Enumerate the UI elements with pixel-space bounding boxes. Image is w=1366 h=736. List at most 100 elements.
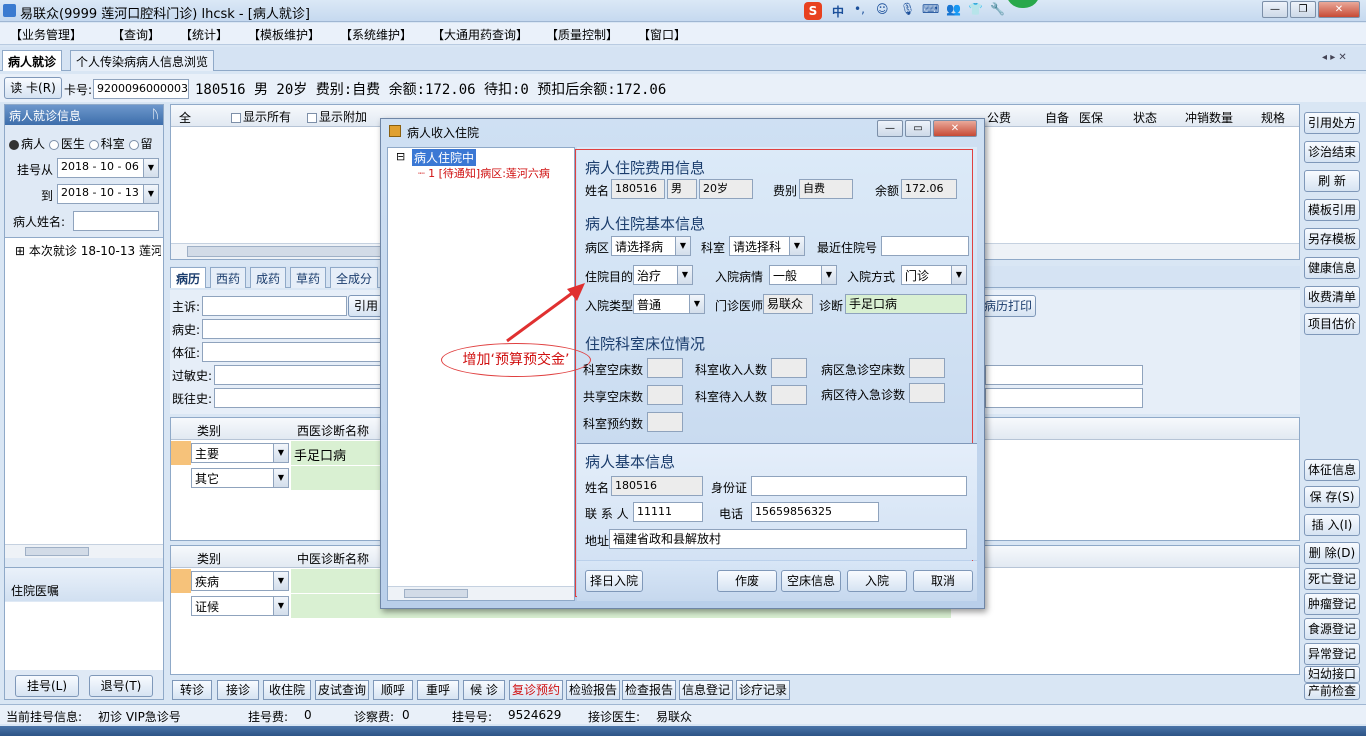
exam-input[interactable] bbox=[202, 342, 382, 362]
user-icon[interactable]: 👥 bbox=[946, 2, 961, 16]
read-card-button[interactable]: 读 卡(R) bbox=[4, 77, 62, 99]
skin-test-query-button[interactable]: 皮试查询 bbox=[315, 680, 369, 700]
info-register-button[interactable]: 信息登记 bbox=[679, 680, 733, 700]
dropdown-arrow-icon[interactable]: ▼ bbox=[821, 266, 836, 284]
item-estimate-button[interactable]: 项目估价 bbox=[1304, 313, 1360, 335]
call-next-button[interactable]: 顺呼 bbox=[373, 680, 413, 700]
admit-hospital-button[interactable]: 收住院 bbox=[263, 680, 311, 700]
vital-signs-button[interactable]: 体征信息 bbox=[1304, 459, 1360, 481]
menu-drug-query[interactable]: 【大通用药查询】 bbox=[432, 26, 528, 43]
dialog-minimize-button[interactable]: — bbox=[877, 120, 903, 137]
end-treatment-button[interactable]: 诊治结束 bbox=[1304, 141, 1360, 163]
dropdown-arrow-icon[interactable]: ▼ bbox=[789, 237, 804, 255]
tab-scroll-icons[interactable]: ◂ ▸ ✕ bbox=[1322, 52, 1347, 63]
menu-quality[interactable]: 【质量控制】 bbox=[546, 26, 618, 43]
treatment-record-button[interactable]: 诊疗记录 bbox=[736, 680, 790, 700]
microphone-icon[interactable]: 🎙 bbox=[900, 2, 915, 16]
phone-field[interactable]: 15659856325 bbox=[751, 502, 879, 522]
tree-scrollbar[interactable] bbox=[5, 544, 163, 558]
radio-patient[interactable]: 病人 bbox=[9, 137, 45, 151]
dialog-close-button[interactable]: ✕ bbox=[933, 120, 977, 137]
tab-patient-visit[interactable]: 病人就诊 bbox=[2, 50, 63, 71]
keyboard-icon[interactable]: ⌨ bbox=[922, 2, 939, 16]
delete-button[interactable]: 删 除(D) bbox=[1304, 542, 1360, 564]
menu-template[interactable]: 【模板维护】 bbox=[248, 26, 320, 43]
show-extra-checkbox[interactable]: 显示附加 bbox=[307, 108, 367, 125]
allergy-input[interactable] bbox=[214, 365, 382, 385]
diag-cn-type-select[interactable]: 证候 ▼ bbox=[191, 596, 289, 616]
empty-bed-info-button[interactable]: 空床信息 bbox=[781, 570, 841, 592]
dialog-tree-scrollbar[interactable] bbox=[388, 586, 574, 600]
admit-button[interactable]: 入院 bbox=[847, 570, 907, 592]
punctuation-icon[interactable]: •, bbox=[854, 2, 865, 16]
dropdown-arrow-icon[interactable]: ▼ bbox=[273, 572, 288, 590]
tree-root-inpatient[interactable]: 病人住院中 bbox=[412, 149, 477, 166]
cite-prescription-button[interactable]: 引用处方 bbox=[1304, 112, 1360, 134]
receive-button[interactable]: 接诊 bbox=[217, 680, 259, 700]
death-register-button[interactable]: 死亡登记 bbox=[1304, 568, 1360, 590]
admit-by-date-button[interactable]: 择日入院 bbox=[585, 570, 643, 592]
scroll-thumb[interactable] bbox=[25, 547, 89, 556]
record-print-button[interactable]: 病历打印 bbox=[980, 295, 1036, 317]
tab-infectious-browse[interactable]: 个人传染病病人信息浏览 bbox=[70, 50, 215, 71]
past-history-input-extra[interactable] bbox=[985, 388, 1143, 408]
diag-west-type-select[interactable]: 主要 ▼ bbox=[191, 443, 289, 463]
patient-name-input[interactable] bbox=[73, 211, 159, 231]
card-number-input[interactable]: 920009600000327 bbox=[93, 79, 189, 99]
grid-all-label[interactable]: 全 bbox=[179, 109, 191, 126]
address-field[interactable]: 福建省政和县解放村 bbox=[609, 529, 967, 549]
pin-icon[interactable]: ᚢ bbox=[152, 107, 159, 121]
dropdown-arrow-icon[interactable]: ▼ bbox=[143, 159, 158, 177]
dropdown-arrow-icon[interactable]: ▼ bbox=[677, 266, 692, 284]
tab-patent-medicine[interactable]: 成药 bbox=[250, 267, 287, 288]
abnormal-register-button[interactable]: 异常登记 bbox=[1304, 643, 1360, 665]
cancel-button[interactable]: 取消 bbox=[913, 570, 973, 592]
admission-mode-select[interactable]: 门诊 ▼ bbox=[901, 265, 967, 285]
dropdown-arrow-icon[interactable]: ▼ bbox=[675, 237, 690, 255]
charge-list-button[interactable]: 收费清单 bbox=[1304, 286, 1360, 308]
dialog-maximize-button[interactable]: ▭ bbox=[905, 120, 931, 137]
dropdown-arrow-icon[interactable]: ▼ bbox=[273, 444, 288, 462]
scroll-thumb[interactable] bbox=[187, 246, 387, 257]
emoji-icon[interactable]: ☺ bbox=[876, 2, 889, 16]
radio-doctor[interactable]: 医生 bbox=[48, 137, 85, 151]
show-all-checkbox[interactable]: 显示所有 bbox=[231, 108, 291, 125]
history-input[interactable] bbox=[202, 319, 382, 339]
tree-expand-icon[interactable]: ⊟ bbox=[396, 150, 405, 163]
dropdown-arrow-icon[interactable]: ▼ bbox=[273, 469, 288, 487]
void-button[interactable]: 作废 bbox=[717, 570, 777, 592]
menu-statistics[interactable]: 【统计】 bbox=[180, 26, 228, 43]
scroll-thumb[interactable] bbox=[404, 589, 468, 598]
save-template-button[interactable]: 另存模板 bbox=[1304, 228, 1360, 250]
radio-stay[interactable]: 留 bbox=[128, 137, 153, 151]
refresh-button[interactable]: 刷 新 bbox=[1304, 170, 1360, 192]
diag-west-type-select[interactable]: 其它 ▼ bbox=[191, 468, 289, 488]
maternal-interface-button[interactable]: 妇幼接口 bbox=[1304, 666, 1360, 683]
menu-business[interactable]: 【业务管理】 bbox=[10, 26, 82, 43]
exam-report-button[interactable]: 检查报告 bbox=[622, 680, 676, 700]
tab-record[interactable]: 病历 bbox=[170, 267, 207, 288]
tree-child-pending[interactable]: ┈ 1 [待通知]病区:莲河六病 bbox=[418, 165, 574, 181]
menu-query[interactable]: 【查询】 bbox=[112, 26, 160, 43]
id-card-field[interactable] bbox=[751, 476, 967, 496]
dropdown-arrow-icon[interactable]: ▼ bbox=[273, 597, 288, 615]
contact-field[interactable]: 11111 bbox=[633, 502, 703, 522]
prenatal-check-button[interactable]: 产前检查 bbox=[1304, 683, 1360, 700]
dept-select[interactable]: 请选择科 ▼ bbox=[729, 236, 805, 256]
tab-western-medicine[interactable]: 西药 bbox=[210, 267, 247, 288]
lab-report-button[interactable]: 检验报告 bbox=[566, 680, 620, 700]
condition-select[interactable]: 一般 ▼ bbox=[769, 265, 837, 285]
menu-window[interactable]: 【窗口】 bbox=[638, 26, 686, 43]
diagnosis-field[interactable]: 手足口病 bbox=[845, 294, 967, 314]
chief-complaint-input[interactable] bbox=[202, 296, 347, 316]
tree-item-current-visit[interactable]: ⊞ 本次就诊 18-10-13 莲河 bbox=[15, 242, 161, 259]
tab-herbal-medicine[interactable]: 草药 bbox=[290, 267, 327, 288]
minimize-button[interactable]: — bbox=[1262, 1, 1288, 18]
referral-button[interactable]: 转诊 bbox=[172, 680, 212, 700]
purpose-select[interactable]: 治疗 ▼ bbox=[633, 265, 693, 285]
radio-department[interactable]: 科室 bbox=[88, 137, 125, 151]
skin-icon[interactable]: 👕 bbox=[968, 2, 983, 16]
tumor-register-button[interactable]: 肿瘤登记 bbox=[1304, 593, 1360, 615]
past-history-input[interactable] bbox=[214, 388, 382, 408]
menu-system[interactable]: 【系统维护】 bbox=[340, 26, 412, 43]
